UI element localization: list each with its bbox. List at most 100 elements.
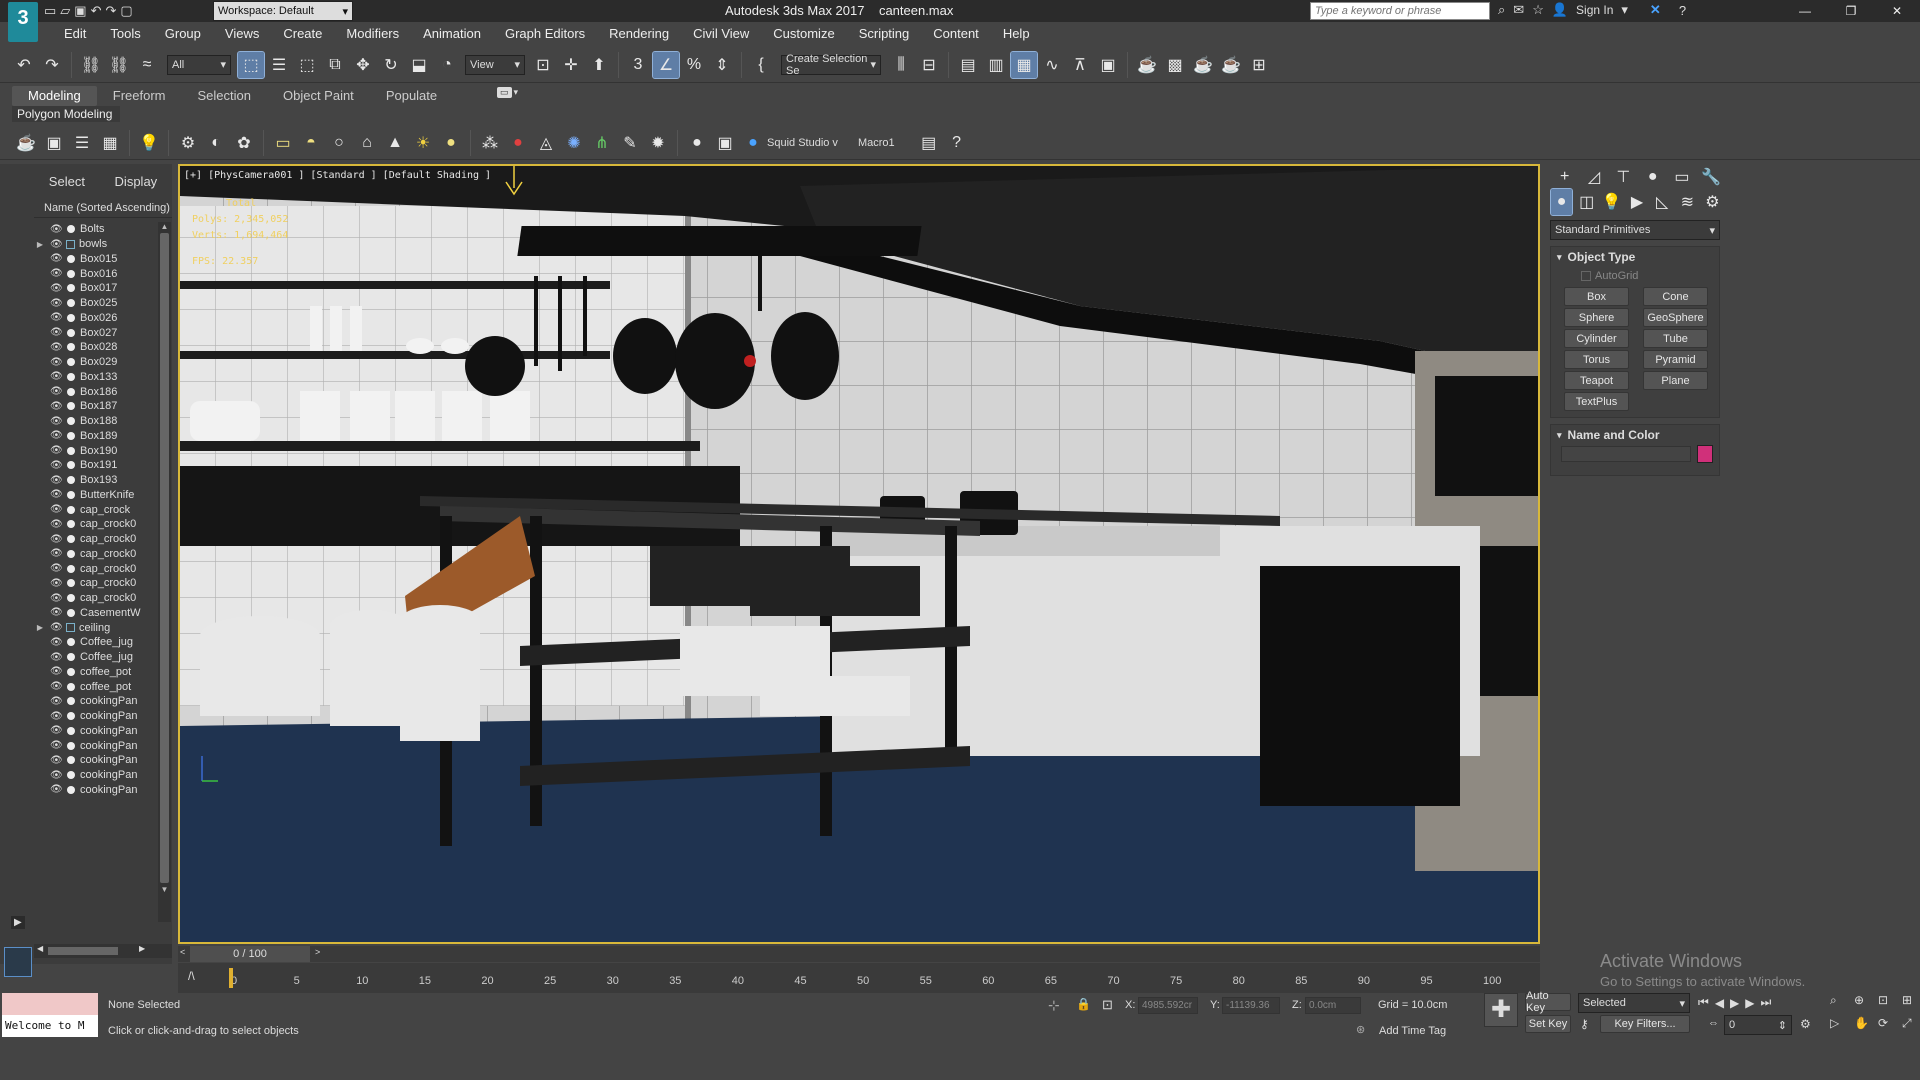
visibility-eye-icon[interactable]: 👁 — [50, 386, 63, 397]
expand-arrow-icon[interactable]: ▶ — [34, 623, 46, 632]
cone-light-icon[interactable]: ▲ — [382, 130, 408, 156]
move-icon[interactable]: ✥ — [350, 52, 376, 78]
scroll-down-icon[interactable]: ▼ — [158, 885, 171, 894]
sphere-button[interactable]: Sphere — [1564, 308, 1629, 327]
ribbon-tab-selection[interactable]: Selection — [182, 86, 267, 106]
visibility-eye-icon[interactable]: 👁 — [50, 725, 63, 736]
list-item[interactable]: 👁 Box017 — [34, 281, 158, 296]
visibility-eye-icon[interactable]: 👁 — [50, 460, 63, 471]
list-item[interactable]: 👁 Box188 — [34, 414, 158, 429]
exchange-icon[interactable]: ✕ — [1650, 2, 1661, 18]
ribbon-tab-freeform[interactable]: Freeform — [97, 86, 182, 106]
ribbon-sub-label[interactable]: Polygon Modeling — [12, 106, 120, 122]
next-frame-icon[interactable]: ▶︎ — [1745, 996, 1754, 1010]
visibility-eye-icon[interactable]: 👁 — [50, 445, 63, 456]
list-item[interactable]: 👁 cap_crock0 — [34, 532, 158, 547]
material-map-icon[interactable]: ▣ — [712, 130, 738, 156]
list-item[interactable]: 👁 cookingPan — [34, 753, 158, 768]
geosphere-button[interactable]: GeoSphere — [1643, 308, 1708, 327]
menu-item-create[interactable]: Create — [271, 22, 334, 46]
material-editor-icon[interactable]: ▣ — [1095, 52, 1121, 78]
list-item[interactable]: 👁 Box026 — [34, 311, 158, 326]
time-config-icon[interactable]: ⚙ — [1800, 1017, 1811, 1031]
z-coord-field[interactable]: 0.0cm — [1305, 997, 1361, 1014]
visibility-eye-icon[interactable]: 👁 — [50, 711, 63, 722]
render-iterative-icon[interactable]: ☕ — [1218, 52, 1244, 78]
zoom-extents-all-icon[interactable]: ⊞ — [1902, 993, 1920, 1014]
squid-studio-icon[interactable]: ● — [740, 130, 766, 156]
project-icon[interactable]: ▢ — [120, 3, 132, 19]
hair-icon[interactable]: ✎ — [617, 130, 643, 156]
named-selection-dropdown[interactable]: Create Selection Se ▾ — [781, 53, 881, 77]
list-item[interactable]: 👁 Box028 — [34, 340, 158, 355]
expand-arrow-icon[interactable]: ▶ — [11, 916, 25, 929]
visibility-eye-icon[interactable]: 👁 — [50, 563, 63, 574]
visibility-eye-icon[interactable]: 👁 — [50, 268, 63, 279]
goto-start-icon[interactable]: ⏮ — [1698, 995, 1709, 1010]
explorer-tab-display[interactable]: Display — [115, 174, 158, 189]
curve-editor-toggle-icon[interactable]: /\ — [188, 969, 195, 983]
list-item[interactable]: 👁 ButterKnife — [34, 488, 158, 503]
list-item[interactable]: 👁 cookingPan — [34, 709, 158, 724]
autogrid-checkbox[interactable] — [1581, 271, 1591, 281]
space-warps-icon[interactable]: ≋ — [1677, 189, 1698, 215]
list-item[interactable]: 👁 cap_crock0 — [34, 517, 158, 532]
list-item[interactable]: 👁 coffee_pot — [34, 679, 158, 694]
scrollbar[interactable]: ▲ ▼ — [158, 222, 171, 922]
systems-icon[interactable]: ⚙ — [1702, 189, 1723, 215]
layer-explorer-icon[interactable]: ▤ — [955, 52, 981, 78]
macro-label[interactable]: Macro1 — [858, 137, 895, 149]
bind-space-warp-icon[interactable]: ≈ — [134, 52, 160, 78]
menu-item-modifiers[interactable]: Modifiers — [334, 22, 411, 46]
visibility-eye-icon[interactable]: 👁 — [50, 401, 63, 412]
ribbon-options-icon[interactable]: ▭ — [497, 87, 512, 98]
list-item[interactable]: 👁 Box016 — [34, 266, 158, 281]
visibility-eye-icon[interactable]: 👁 — [50, 519, 63, 530]
time-slider-right-icon[interactable]: > — [315, 947, 320, 957]
visibility-eye-icon[interactable]: 👁 — [50, 770, 63, 781]
explorer-tab-select[interactable]: Select — [49, 174, 85, 189]
edit-named-selection-icon[interactable]: { — [748, 52, 774, 78]
restore-icon[interactable]: ❐ — [1828, 4, 1874, 18]
redo-icon[interactable]: ↷ — [39, 52, 65, 78]
menu-item-scripting[interactable]: Scripting — [847, 22, 922, 46]
y-coord-field[interactable]: -11139.36 — [1222, 997, 1280, 1014]
schematic-view-icon[interactable]: ⊼ — [1067, 52, 1093, 78]
x-coord-field[interactable]: 4985.592cr — [1138, 997, 1198, 1014]
menu-item-graph-editors[interactable]: Graph Editors — [493, 22, 597, 46]
select-object-icon[interactable]: ⬚ — [237, 50, 265, 79]
workspace-dropdown[interactable]: Workspace: Default ▾ — [213, 1, 353, 21]
visibility-eye-icon[interactable]: 👁 — [50, 416, 63, 427]
visibility-eye-icon[interactable]: 👁 — [50, 593, 63, 604]
visibility-eye-icon[interactable]: 👁 — [50, 622, 63, 633]
list-item[interactable]: 👁 cookingPan — [34, 694, 158, 709]
maxscript-mini-listener[interactable]: Welcome to M — [2, 1015, 98, 1037]
visibility-eye-icon[interactable]: 👁 — [50, 298, 63, 309]
render-production-icon[interactable]: ☕ — [1190, 52, 1216, 78]
utilities-tab-icon[interactable]: 🔧 — [1700, 164, 1723, 190]
helpers-icon[interactable]: ◺ — [1652, 189, 1673, 215]
list-item[interactable]: 👁 Box027 — [34, 325, 158, 340]
ribbon-tab-object-paint[interactable]: Object Paint — [267, 86, 370, 106]
open-file-icon[interactable]: ▱ — [60, 3, 70, 19]
list-item[interactable]: 👁 Box025 — [34, 296, 158, 311]
render-setup-icon[interactable]: ☕ — [1134, 52, 1160, 78]
key-mode-dropdown[interactable]: Selected ▾ — [1578, 993, 1690, 1013]
list-item[interactable]: 👁 Box133 — [34, 370, 158, 385]
visibility-eye-icon[interactable]: 👁 — [50, 253, 63, 264]
menu-item-rendering[interactable]: Rendering — [597, 22, 681, 46]
place-icon[interactable]: ◔ — [434, 52, 460, 78]
visibility-eye-icon[interactable]: 👁 — [50, 681, 63, 692]
pan-icon[interactable]: ✋ — [1854, 1016, 1876, 1037]
chevron-down-icon[interactable]: ▾ — [514, 87, 519, 98]
list-item[interactable]: 👁 cookingPan — [34, 738, 158, 753]
modify-tab-icon[interactable]: ◿ — [1582, 164, 1605, 190]
scroll-left-icon[interactable]: ◀ — [37, 944, 43, 953]
percent-snap-icon[interactable]: % — [681, 52, 707, 78]
render-frame-icon[interactable]: ▣ — [41, 130, 67, 156]
isolate-icon[interactable]: ⊹ — [1048, 997, 1060, 1014]
app-logo-icon[interactable]: 3 — [8, 2, 38, 42]
select-manipulate-icon[interactable]: ✛ — [558, 52, 584, 78]
close-icon[interactable]: ✕ — [1874, 4, 1920, 18]
question-icon[interactable]: ? — [944, 130, 970, 156]
